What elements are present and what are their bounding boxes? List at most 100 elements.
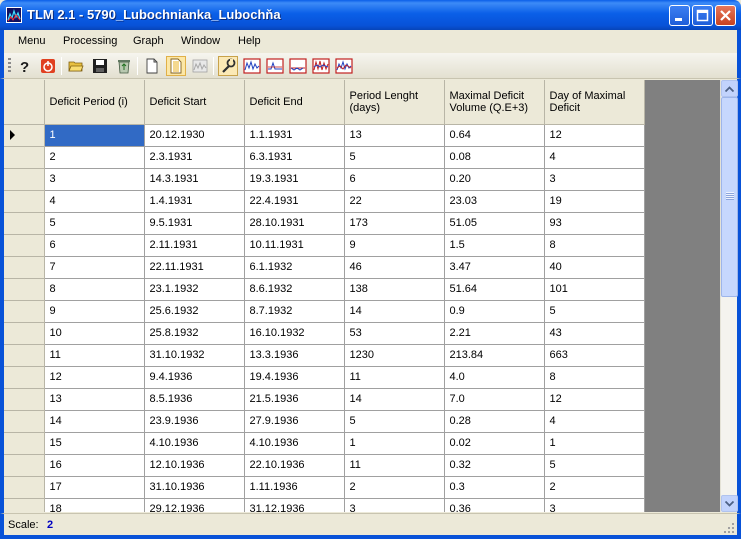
menu-help[interactable]: Help [238, 35, 261, 47]
recycle-button[interactable] [114, 56, 134, 76]
cell-deficit-end[interactable]: 10.11.1931 [244, 234, 345, 257]
cell-day-of-max-deficit[interactable]: 93 [544, 212, 645, 235]
maximize-button[interactable] [692, 5, 713, 26]
row-header[interactable] [4, 366, 45, 389]
cell-max-deficit-volume[interactable]: 23.03 [444, 190, 545, 213]
table-row[interactable]: 8 23.1.1932 8.6.1932 138 51.64 101 [4, 278, 645, 301]
scroll-up-button[interactable] [721, 80, 738, 97]
cell-deficit-start[interactable]: 1.4.1931 [144, 190, 245, 213]
cell-day-of-max-deficit[interactable]: 1 [544, 432, 645, 455]
resize-grip-icon[interactable] [723, 522, 735, 534]
cell-deficit-start[interactable]: 31.10.1936 [144, 476, 245, 499]
cell-deficit-start[interactable]: 23.1.1932 [144, 278, 245, 301]
row-header[interactable] [4, 410, 45, 433]
cell-max-deficit-volume[interactable]: 0.3 [444, 476, 545, 499]
table-row[interactable]: 17 31.10.1936 1.11.1936 2 0.3 2 [4, 476, 645, 499]
table-row[interactable]: 15 4.10.1936 4.10.1936 1 0.02 1 [4, 432, 645, 455]
cell-period-length[interactable]: 1 [344, 432, 445, 455]
cell-deficit-end[interactable]: 8.6.1932 [244, 278, 345, 301]
table-row[interactable]: 12 9.4.1936 19.4.1936 11 4.0 8 [4, 366, 645, 389]
cell-deficit-period[interactable]: 13 [44, 388, 145, 411]
scroll-thumb[interactable] [721, 97, 738, 297]
cell-deficit-start[interactable]: 20.12.1930 [144, 124, 245, 147]
cell-deficit-period[interactable]: 12 [44, 366, 145, 389]
row-header[interactable] [4, 146, 45, 169]
cell-max-deficit-volume[interactable]: 51.64 [444, 278, 545, 301]
table-row[interactable]: 1 20.12.1930 1.1.1931 13 0.64 12 [4, 124, 645, 147]
cell-max-deficit-volume[interactable]: 3.47 [444, 256, 545, 279]
cell-deficit-period[interactable]: 4 [44, 190, 145, 213]
cell-day-of-max-deficit[interactable]: 663 [544, 344, 645, 367]
column-header-period-length[interactable]: Period Lenght (days) [344, 80, 445, 125]
column-header-day-of-max-deficit[interactable]: Day of Maximal Deficit [544, 80, 645, 125]
cell-day-of-max-deficit[interactable]: 3 [544, 168, 645, 191]
cell-deficit-period[interactable]: 1 [44, 124, 145, 147]
cell-max-deficit-volume[interactable]: 7.0 [444, 388, 545, 411]
toolbar-grip[interactable] [8, 58, 11, 74]
cell-period-length[interactable]: 14 [344, 300, 445, 323]
cell-day-of-max-deficit[interactable]: 5 [544, 300, 645, 323]
settings-button[interactable] [218, 56, 238, 76]
cell-day-of-max-deficit[interactable]: 40 [544, 256, 645, 279]
title-bar[interactable]: TLM 2.1 - 5790_Lubochnianka_Lubochňa [0, 0, 741, 30]
scroll-down-button[interactable] [721, 495, 738, 512]
deficit-graph-button[interactable] [288, 56, 308, 76]
cell-deficit-end[interactable]: 28.10.1931 [244, 212, 345, 235]
cell-max-deficit-volume[interactable]: 0.08 [444, 146, 545, 169]
cell-max-deficit-volume[interactable]: 1.5 [444, 234, 545, 257]
document-view-button[interactable] [166, 56, 186, 76]
menu-processing[interactable]: Processing [63, 35, 117, 47]
table-row[interactable]: 7 22.11.1931 6.1.1932 46 3.47 40 [4, 256, 645, 279]
cell-deficit-end[interactable]: 1.1.1931 [244, 124, 345, 147]
table-row[interactable]: 9 25.6.1932 8.7.1932 14 0.9 5 [4, 300, 645, 323]
table-row[interactable]: 6 2.11.1931 10.11.1931 9 1.5 8 [4, 234, 645, 257]
graph-disabled-button[interactable] [190, 56, 210, 76]
cell-deficit-period[interactable]: 15 [44, 432, 145, 455]
cell-period-length[interactable]: 5 [344, 410, 445, 433]
cell-max-deficit-volume[interactable]: 213.84 [444, 344, 545, 367]
cell-deficit-start[interactable]: 22.11.1931 [144, 256, 245, 279]
cell-day-of-max-deficit[interactable]: 4 [544, 410, 645, 433]
cell-deficit-period[interactable]: 5 [44, 212, 145, 235]
cell-deficit-start[interactable]: 31.10.1932 [144, 344, 245, 367]
cell-deficit-end[interactable]: 22.10.1936 [244, 454, 345, 477]
cell-deficit-period[interactable]: 17 [44, 476, 145, 499]
cell-deficit-end[interactable]: 13.3.1936 [244, 344, 345, 367]
cell-deficit-end[interactable]: 6.3.1931 [244, 146, 345, 169]
cell-max-deficit-volume[interactable]: 0.36 [444, 498, 545, 512]
cell-max-deficit-volume[interactable]: 0.28 [444, 410, 545, 433]
cell-deficit-end[interactable]: 27.9.1936 [244, 410, 345, 433]
tlm-app-icon[interactable] [6, 7, 22, 23]
row-header[interactable] [4, 190, 45, 213]
cell-deficit-start[interactable]: 2.3.1931 [144, 146, 245, 169]
row-header[interactable] [4, 454, 45, 477]
cell-period-length[interactable]: 22 [344, 190, 445, 213]
cell-deficit-end[interactable]: 31.12.1936 [244, 498, 345, 512]
row-header[interactable] [4, 432, 45, 455]
cell-deficit-period[interactable]: 16 [44, 454, 145, 477]
cell-deficit-period[interactable]: 7 [44, 256, 145, 279]
cell-period-length[interactable]: 13 [344, 124, 445, 147]
cell-period-length[interactable]: 46 [344, 256, 445, 279]
threshold-graph-button[interactable] [265, 56, 285, 76]
column-header-deficit-period[interactable]: Deficit Period (i) [44, 80, 145, 125]
cell-deficit-end[interactable]: 8.7.1932 [244, 300, 345, 323]
cell-deficit-period[interactable]: 10 [44, 322, 145, 345]
cell-deficit-end[interactable]: 19.3.1931 [244, 168, 345, 191]
cell-max-deficit-volume[interactable]: 0.64 [444, 124, 545, 147]
cell-day-of-max-deficit[interactable]: 3 [544, 498, 645, 512]
cell-deficit-period[interactable]: 11 [44, 344, 145, 367]
cell-max-deficit-volume[interactable]: 0.9 [444, 300, 545, 323]
cell-deficit-start[interactable]: 9.4.1936 [144, 366, 245, 389]
table-row[interactable]: 3 14.3.1931 19.3.1931 6 0.20 3 [4, 168, 645, 191]
table-row[interactable]: 10 25.8.1932 16.10.1932 53 2.21 43 [4, 322, 645, 345]
row-header[interactable] [4, 212, 45, 235]
cell-day-of-max-deficit[interactable]: 8 [544, 234, 645, 257]
exit-button[interactable] [38, 56, 58, 76]
cell-deficit-start[interactable]: 12.10.1936 [144, 454, 245, 477]
compare-graph-button[interactable] [334, 56, 354, 76]
new-document-button[interactable] [142, 56, 162, 76]
row-header[interactable] [4, 168, 45, 191]
cell-deficit-end[interactable]: 19.4.1936 [244, 366, 345, 389]
row-header[interactable] [4, 300, 45, 323]
